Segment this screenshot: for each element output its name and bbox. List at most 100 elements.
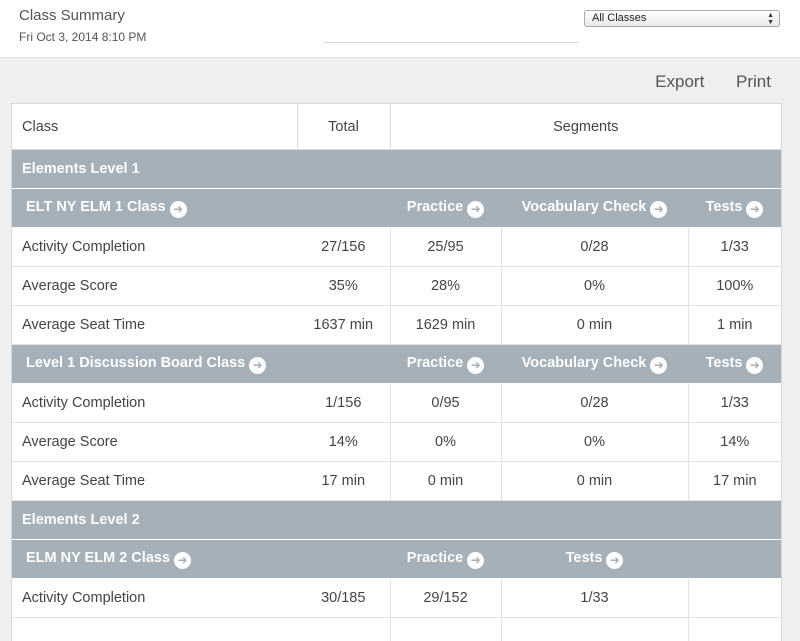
page-header: Class Summary Fri Oct 3, 2014 8:10 PM Al… — [0, 0, 800, 58]
segment-cell: 28% — [390, 267, 501, 306]
class-row: ELT NY ELM 1 Class➜ Practice➜ Vocabulary… — [12, 189, 781, 228]
class-link[interactable]: ELM NY ELM 2 Class➜ — [12, 540, 390, 579]
table-row — [12, 618, 781, 641]
table-row: Average Seat Time 17 min 0 min 0 min 17 … — [12, 462, 781, 501]
segment-cell: 0/28 — [501, 384, 688, 423]
select-arrows-icon: ▲▼ — [767, 12, 774, 26]
segment-cell: 0 min — [501, 306, 688, 345]
table-row: Activity Completion 30/185 29/152 1/33 — [12, 579, 781, 618]
class-filter-value: All Classes — [592, 11, 646, 26]
search-underline — [324, 42, 578, 43]
class-row: Level 1 Discussion Board Class➜ Practice… — [12, 345, 781, 384]
segment-cell: 1/33 — [501, 579, 688, 618]
segment-link[interactable]: Practice➜ — [390, 345, 501, 384]
table-row: Average Score 35% 28% 0% 100% — [12, 267, 781, 306]
circle-arrow-right-icon[interactable]: ➜ — [650, 357, 667, 374]
circle-arrow-right-icon[interactable]: ➜ — [746, 357, 763, 374]
circle-arrow-right-icon[interactable]: ➜ — [170, 201, 187, 218]
segment-link[interactable]: Tests➜ — [688, 345, 781, 384]
group-name: Elements Level 1 — [12, 150, 781, 189]
table-row: Average Seat Time 1637 min 1629 min 0 mi… — [12, 306, 781, 345]
empty-cell — [688, 540, 781, 579]
metric-label: Average Score — [12, 267, 297, 306]
segment-cell: 0% — [501, 423, 688, 462]
table-header-row: Class Total Segments — [12, 104, 781, 150]
print-button[interactable]: Print — [736, 72, 771, 91]
header-class: Class — [12, 104, 297, 150]
actions-bar: Export Print — [628, 72, 771, 92]
segment-link[interactable]: Vocabulary Check➜ — [501, 345, 688, 384]
total-cell: 1/156 — [297, 384, 390, 423]
circle-arrow-right-icon[interactable]: ➜ — [174, 552, 191, 569]
segment-name: Practice — [407, 355, 463, 371]
segment-cell: 14% — [688, 423, 781, 462]
segment-cell: 0 min — [390, 462, 501, 501]
segment-name: Practice — [407, 199, 463, 215]
metric-label: Average Seat Time — [12, 306, 297, 345]
segment-cell: 1 min — [688, 306, 781, 345]
export-button[interactable]: Export — [655, 72, 704, 91]
segment-cell: 0% — [390, 423, 501, 462]
class-link[interactable]: ELT NY ELM 1 Class➜ — [12, 189, 390, 228]
segment-link[interactable]: Practice➜ — [390, 189, 501, 228]
class-summary-panel: Class Total Segments Elements Level 1 EL… — [11, 103, 782, 641]
segment-name: Practice — [407, 550, 463, 566]
segment-cell — [688, 579, 781, 618]
segment-link[interactable]: Vocabulary Check➜ — [501, 189, 688, 228]
segment-name: Vocabulary Check — [522, 199, 647, 215]
circle-arrow-right-icon[interactable]: ➜ — [467, 357, 484, 374]
metric-label: Activity Completion — [12, 384, 297, 423]
total-cell: 14% — [297, 423, 390, 462]
circle-arrow-right-icon[interactable]: ➜ — [650, 201, 667, 218]
total-cell: 30/185 — [297, 579, 390, 618]
segment-cell: 0 min — [501, 462, 688, 501]
circle-arrow-right-icon[interactable]: ➜ — [606, 552, 623, 569]
segment-cell: 0/28 — [501, 228, 688, 267]
page-title: Class Summary — [19, 7, 125, 24]
segment-cell: 1/33 — [688, 228, 781, 267]
class-name: Level 1 Discussion Board Class — [26, 355, 245, 371]
table-row: Activity Completion 27/156 25/95 0/28 1/… — [12, 228, 781, 267]
table-row: Activity Completion 1/156 0/95 0/28 1/33 — [12, 384, 781, 423]
segment-name: Tests — [706, 355, 743, 371]
group-name: Elements Level 2 — [12, 501, 781, 540]
segment-link[interactable]: Practice➜ — [390, 540, 501, 579]
circle-arrow-right-icon[interactable]: ➜ — [467, 201, 484, 218]
header-segments: Segments — [390, 104, 781, 150]
report-date: Fri Oct 3, 2014 8:10 PM — [19, 30, 146, 44]
circle-arrow-right-icon[interactable]: ➜ — [249, 357, 266, 374]
group-row: Elements Level 2 — [12, 501, 781, 540]
segment-name: Vocabulary Check — [522, 355, 647, 371]
segment-cell: 1/33 — [688, 384, 781, 423]
summary-table: Class Total Segments Elements Level 1 EL… — [12, 104, 781, 641]
circle-arrow-right-icon[interactable]: ➜ — [746, 201, 763, 218]
header-total: Total — [297, 104, 390, 150]
segment-cell: 0% — [501, 267, 688, 306]
segment-cell: 17 min — [688, 462, 781, 501]
circle-arrow-right-icon[interactable]: ➜ — [467, 552, 484, 569]
metric-label: Average Seat Time — [12, 462, 297, 501]
metric-label: Average Score — [12, 423, 297, 462]
segment-cell: 29/152 — [390, 579, 501, 618]
total-cell: 27/156 — [297, 228, 390, 267]
total-cell: 1637 min — [297, 306, 390, 345]
group-row: Elements Level 1 — [12, 150, 781, 189]
segment-name: Tests — [566, 550, 603, 566]
class-filter-select[interactable]: All Classes ▲▼ — [584, 10, 780, 27]
segment-link[interactable]: Tests➜ — [501, 540, 688, 579]
segment-cell: 100% — [688, 267, 781, 306]
metric-label: Activity Completion — [12, 579, 297, 618]
class-name: ELT NY ELM 1 Class — [26, 199, 166, 215]
class-row: ELM NY ELM 2 Class➜ Practice➜ Tests➜ — [12, 540, 781, 579]
segment-link[interactable]: Tests➜ — [688, 189, 781, 228]
total-cell: 35% — [297, 267, 390, 306]
segment-cell: 1629 min — [390, 306, 501, 345]
table-row: Average Score 14% 0% 0% 14% — [12, 423, 781, 462]
class-name: ELM NY ELM 2 Class — [26, 550, 170, 566]
segment-name: Tests — [706, 199, 743, 215]
total-cell: 17 min — [297, 462, 390, 501]
class-link[interactable]: Level 1 Discussion Board Class➜ — [12, 345, 390, 384]
metric-label: Activity Completion — [12, 228, 297, 267]
segment-cell: 0/95 — [390, 384, 501, 423]
segment-cell: 25/95 — [390, 228, 501, 267]
